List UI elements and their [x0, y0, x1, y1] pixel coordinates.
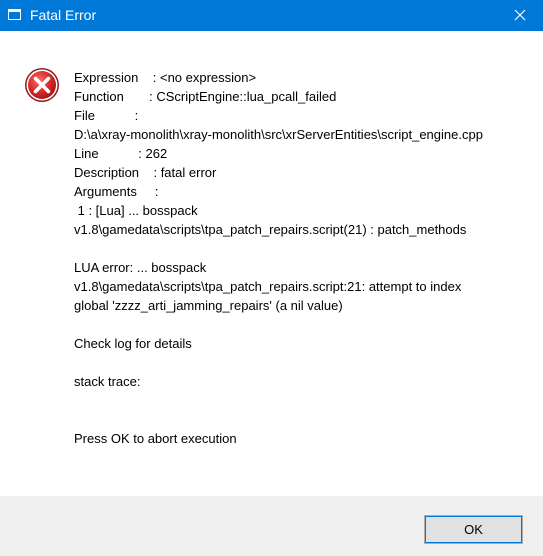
ok-button[interactable]: OK	[424, 515, 523, 544]
line-number-line: Line : 262	[74, 146, 168, 161]
file-label-line: File :	[74, 108, 139, 123]
press-ok-line: Press OK to abort execution	[74, 431, 237, 446]
check-log-line: Check log for details	[74, 336, 192, 351]
close-button[interactable]	[497, 0, 543, 31]
button-bar: OK	[0, 496, 543, 556]
close-icon	[514, 9, 526, 21]
description-line: Description : fatal error	[74, 165, 217, 180]
function-line: Function : CScriptEngine::lua_pcall_fail…	[74, 89, 337, 104]
error-icon	[24, 67, 60, 103]
dialog-content: Expression : <no expression> Function : …	[0, 31, 543, 496]
error-message: Expression : <no expression> Function : …	[74, 68, 514, 448]
lua-error-line-3: global 'zzzz_arti_jamming_repairs' (a ni…	[74, 298, 343, 313]
argument-1-line-1: 1 : [Lua] ... bosspack	[74, 203, 198, 218]
window-icon	[8, 9, 21, 20]
lua-error-line-1: LUA error: ... bosspack	[74, 260, 207, 275]
window-title: Fatal Error	[30, 7, 97, 23]
file-path-line: D:\a\xray-monolith\xray-monolith\src\xrS…	[74, 127, 483, 142]
argument-1-line-2: v1.8\gamedata\scripts\tpa_patch_repairs.…	[74, 222, 467, 237]
lua-error-line-2: v1.8\gamedata\scripts\tpa_patch_repairs.…	[74, 279, 462, 294]
stack-trace-line: stack trace:	[74, 374, 141, 389]
fatal-error-dialog: Fatal Error Expression: <no expression>…	[0, 0, 543, 556]
expression-line: Expression : <no expression>	[74, 70, 257, 85]
arguments-line: Arguments :	[74, 184, 159, 199]
title-bar[interactable]: Fatal Error	[0, 0, 543, 31]
